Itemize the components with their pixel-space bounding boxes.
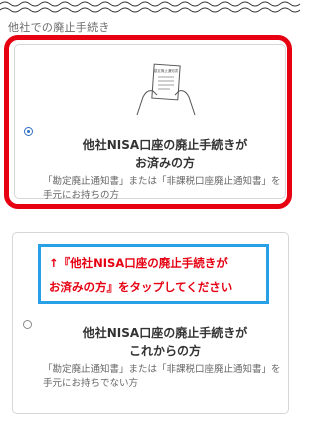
radio-unchecked-icon[interactable] [23, 320, 32, 329]
option-title-completed: 他社NISA口座の廃止手続きが お済みの方 [82, 138, 248, 170]
option-title-not-yet: 他社NISA口座の廃止手続きが これからの方 [82, 326, 248, 358]
callout-line-1: ↑『他社NISA口座の廃止手続きが [49, 256, 228, 270]
option-description-completed: 「勘定廃止通知書」または「非課税口座廃止通知書」を手元にお持ちの方 [43, 176, 281, 201]
section-title: 他社での廃止手続き [8, 21, 110, 34]
instruction-callout: ↑『他社NISA口座の廃止手続きが お済みの方』をタップしてください [38, 244, 269, 304]
option-description-not-yet: 「勘定廃止通知書」または「非課税口座廃止通知書」を手元にお持ちでない方 [43, 364, 281, 389]
callout-line-2: お済みの方』をタップしてください [49, 280, 233, 294]
hands-holding-document-icon: 勘定廃止通知書 [136, 63, 196, 116]
option-card-completed[interactable]: 勘定廃止通知書 他社NISA口座の廃止手続きが お済みの方 「勘定廃止通知書」ま… [14, 44, 286, 201]
illustration-caption: 勘定廃止通知書 [154, 68, 179, 73]
radio-checked-icon[interactable] [24, 127, 33, 136]
